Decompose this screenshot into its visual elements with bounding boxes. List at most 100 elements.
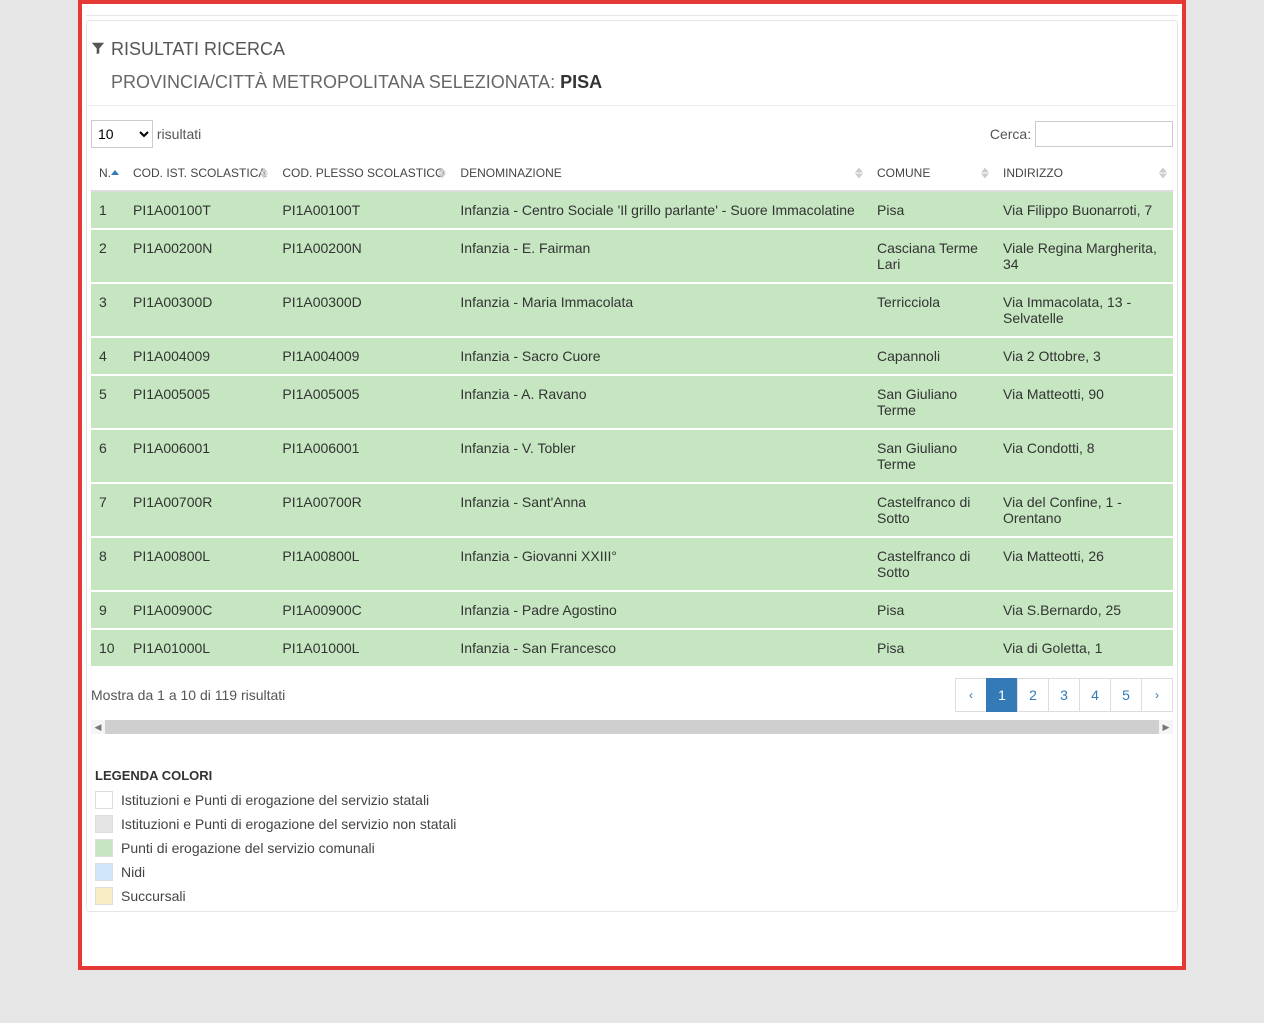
cell-indirizzo: Via Immacolata, 13 - Selvatelle — [995, 283, 1173, 337]
subtitle-prefix: PROVINCIA/CITTÀ METROPOLITANA SELEZIONAT… — [111, 72, 555, 92]
table-row[interactable]: 2PI1A00200NPI1A00200NInfanzia - E. Fairm… — [91, 229, 1173, 283]
cell-den: Infanzia - Centro Sociale 'Il grillo par… — [452, 191, 869, 229]
sort-up-icon — [1159, 168, 1167, 173]
cell-indirizzo: Via Filippo Buonarroti, 7 — [995, 191, 1173, 229]
cell-indirizzo: Via di Goletta, 1 — [995, 629, 1173, 667]
page-3[interactable]: 3 — [1048, 678, 1080, 712]
col-n[interactable]: N. — [91, 156, 125, 191]
legend-label: Istituzioni e Punti di erogazione del se… — [121, 792, 429, 808]
cell-comune: Terricciola — [869, 283, 995, 337]
cell-n: 2 — [91, 229, 125, 283]
col-indirizzo[interactable]: INDIRIZZO — [995, 156, 1173, 191]
cell-comune: Pisa — [869, 191, 995, 229]
cell-comune: Capannoli — [869, 337, 995, 375]
table-row[interactable]: 6PI1A006001PI1A006001Infanzia - V. Toble… — [91, 429, 1173, 483]
legend-title: LEGENDA COLORI — [95, 768, 1169, 783]
pagination: ‹ 12345› — [956, 678, 1173, 712]
col-comune[interactable]: COMUNE — [869, 156, 995, 191]
cell-n: 4 — [91, 337, 125, 375]
page-1[interactable]: 1 — [986, 678, 1018, 712]
cell-indirizzo: Via S.Bernardo, 25 — [995, 591, 1173, 629]
cell-den: Infanzia - Sacro Cuore — [452, 337, 869, 375]
results-subtitle: PROVINCIA/CITTÀ METROPOLITANA SELEZIONAT… — [89, 72, 1177, 93]
table-row[interactable]: 5PI1A005005PI1A005005Infanzia - A. Ravan… — [91, 375, 1173, 429]
cell-cod_plesso: PI1A00900C — [274, 591, 452, 629]
cell-cod_ist: PI1A01000L — [125, 629, 274, 667]
table-row[interactable]: 1PI1A00100TPI1A00100TInfanzia - Centro S… — [91, 191, 1173, 229]
page-2[interactable]: 2 — [1017, 678, 1049, 712]
legend-swatch — [95, 815, 113, 833]
cell-indirizzo: Viale Regina Margherita, 34 — [995, 229, 1173, 283]
table-row[interactable]: 4PI1A004009PI1A004009Infanzia - Sacro Cu… — [91, 337, 1173, 375]
cell-cod_plesso: PI1A006001 — [274, 429, 452, 483]
cell-den: Infanzia - Sant'Anna — [452, 483, 869, 537]
highlighted-panel: RISULTATI RICERCA PROVINCIA/CITTÀ METROP… — [78, 0, 1186, 970]
cell-cod_ist: PI1A004009 — [125, 337, 274, 375]
table-row[interactable]: 3PI1A00300DPI1A00300DInfanzia - Maria Im… — [91, 283, 1173, 337]
cell-den: Infanzia - V. Tobler — [452, 429, 869, 483]
panel-top-spacer — [86, 4, 1178, 16]
results-heading: RISULTATI RICERCA — [89, 39, 1177, 60]
cell-comune: San Giuliano Terme — [869, 429, 995, 483]
col-denominazione[interactable]: DENOMINAZIONE — [452, 156, 869, 191]
cell-indirizzo: Via Condotti, 8 — [995, 429, 1173, 483]
table-controls: 10 risultati Cerca: — [91, 120, 1173, 148]
legend-item: Nidi — [95, 863, 1169, 881]
cell-cod_ist: PI1A00100T — [125, 191, 274, 229]
cell-comune: Pisa — [869, 629, 995, 667]
cell-cod_ist: PI1A00200N — [125, 229, 274, 283]
cell-indirizzo: Via del Confine, 1 - Orentano — [995, 483, 1173, 537]
page-next[interactable]: › — [1141, 678, 1173, 712]
cell-n: 1 — [91, 191, 125, 229]
search-label: Cerca: — [990, 126, 1031, 142]
results-heading-text: RISULTATI RICERCA — [111, 39, 285, 60]
table-row[interactable]: 9PI1A00900CPI1A00900CInfanzia - Padre Ag… — [91, 591, 1173, 629]
table-row[interactable]: 7PI1A00700RPI1A00700RInfanzia - Sant'Ann… — [91, 483, 1173, 537]
page-5[interactable]: 5 — [1110, 678, 1142, 712]
cell-cod_ist: PI1A00700R — [125, 483, 274, 537]
scroll-left-icon[interactable]: ◀ — [91, 720, 105, 734]
legend-swatch — [95, 839, 113, 857]
legend-swatch — [95, 887, 113, 905]
legend-item: Punti di erogazione del servizio comunal… — [95, 839, 1169, 857]
legend-swatch — [95, 791, 113, 809]
cell-den: Infanzia - Maria Immacolata — [452, 283, 869, 337]
cell-comune: Castelfranco di Sotto — [869, 537, 995, 591]
table-row[interactable]: 8PI1A00800LPI1A00800LInfanzia - Giovanni… — [91, 537, 1173, 591]
legend-label: Nidi — [121, 864, 145, 880]
cell-cod_ist: PI1A00900C — [125, 591, 274, 629]
filter-icon — [91, 39, 105, 60]
legend-item: Istituzioni e Punti di erogazione del se… — [95, 815, 1169, 833]
chevron-left-icon: ‹ — [969, 688, 973, 702]
cell-cod_plesso: PI1A00100T — [274, 191, 452, 229]
cell-den: Infanzia - A. Ravano — [452, 375, 869, 429]
legend-item: Succursali — [95, 887, 1169, 905]
col-cod-plesso[interactable]: COD. PLESSO SCOLASTICO — [274, 156, 452, 191]
cell-cod_plesso: PI1A00700R — [274, 483, 452, 537]
cell-cod_plesso: PI1A004009 — [274, 337, 452, 375]
table-row[interactable]: 10PI1A01000LPI1A01000LInfanzia - San Fra… — [91, 629, 1173, 667]
col-cod-ist[interactable]: COD. IST. SCOLASTICA — [125, 156, 274, 191]
horizontal-scrollbar[interactable]: ◀ ▶ — [91, 720, 1173, 734]
search-input[interactable] — [1035, 121, 1173, 147]
cell-indirizzo: Via Matteotti, 26 — [995, 537, 1173, 591]
page-prev[interactable]: ‹ — [955, 678, 987, 712]
cell-den: Infanzia - E. Fairman — [452, 229, 869, 283]
scroll-track[interactable] — [105, 720, 1159, 734]
sort-down-icon — [1159, 174, 1167, 179]
sort-up-icon — [981, 168, 989, 173]
cell-cod_ist: PI1A006001 — [125, 429, 274, 483]
selected-province: PISA — [560, 72, 602, 92]
legend-item: Istituzioni e Punti di erogazione del se… — [95, 791, 1169, 809]
sort-up-icon — [438, 168, 446, 173]
page-size-select[interactable]: 10 — [91, 120, 153, 148]
cell-n: 10 — [91, 629, 125, 667]
cell-n: 5 — [91, 375, 125, 429]
scroll-right-icon[interactable]: ▶ — [1159, 720, 1173, 734]
cell-n: 7 — [91, 483, 125, 537]
page-size-suffix: risultati — [157, 126, 201, 142]
cell-comune: Casciana Terme Lari — [869, 229, 995, 283]
page-4[interactable]: 4 — [1079, 678, 1111, 712]
cell-den: Infanzia - Giovanni XXIII° — [452, 537, 869, 591]
sort-down-icon — [438, 174, 446, 179]
